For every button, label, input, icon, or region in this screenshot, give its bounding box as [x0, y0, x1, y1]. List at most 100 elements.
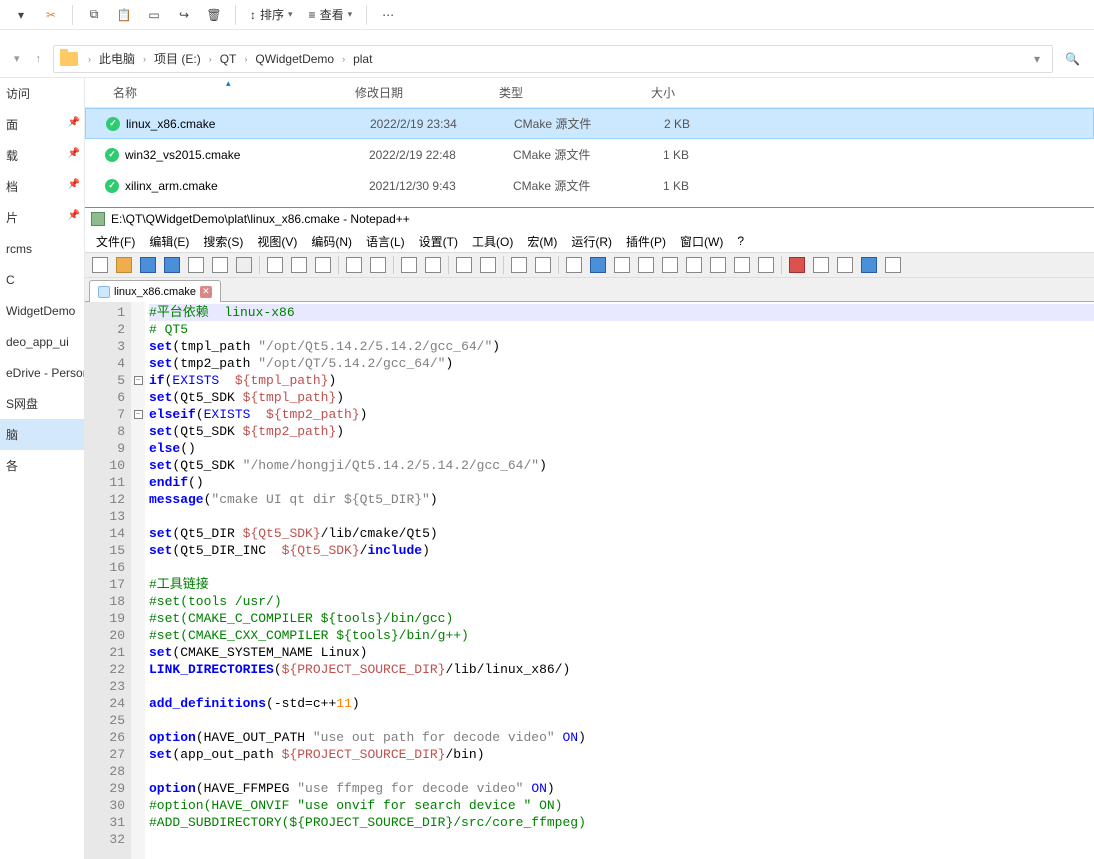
stop-macro-icon[interactable]	[810, 254, 832, 276]
file-type: CMake 源文件	[505, 146, 625, 163]
new-file-icon[interactable]	[89, 254, 111, 276]
menu-item[interactable]: 编辑(E)	[142, 231, 196, 252]
menu-item[interactable]: 视图(V)	[250, 231, 304, 252]
file-row[interactable]: ✓linux_x86.cmake2022/2/19 23:34CMake 源文件…	[85, 108, 1094, 139]
sidebar-item[interactable]: 面📌	[0, 109, 84, 140]
close-icon[interactable]	[185, 254, 207, 276]
code-editor[interactable]: 1234567891011121314151617181920212223242…	[85, 302, 1094, 859]
toolbar-dropdown-icon[interactable]: ▾	[8, 2, 34, 28]
copy-icon[interactable]	[288, 254, 310, 276]
col-size[interactable]: 大小	[611, 84, 683, 101]
cut-icon[interactable]	[264, 254, 286, 276]
breadcrumb-seg[interactable]: plat	[351, 52, 374, 66]
copy-icon[interactable]: ⧉	[81, 2, 107, 28]
close-all-icon[interactable]	[209, 254, 231, 276]
record-macro-icon[interactable]	[786, 254, 808, 276]
code-area[interactable]: #平台依赖 linux-x86# QT5set(tmpl_path "/opt/…	[145, 302, 1094, 859]
rename-icon[interactable]: ▭	[141, 2, 167, 28]
col-type[interactable]: 类型	[491, 84, 611, 101]
func-list-icon[interactable]	[707, 254, 729, 276]
sidebar-item[interactable]: eDrive - Person	[0, 357, 84, 388]
play-macro-icon[interactable]	[834, 254, 856, 276]
fold-toggle-icon[interactable]: −	[134, 376, 143, 385]
zoom-in-icon[interactable]	[453, 254, 475, 276]
replace-icon[interactable]	[422, 254, 444, 276]
sidebar-item[interactable]: S网盘	[0, 388, 84, 419]
sidebar-item-active[interactable]: 脑	[0, 419, 84, 450]
breadcrumb-seg[interactable]: QT	[218, 52, 239, 66]
sync-v-icon[interactable]	[508, 254, 530, 276]
breadcrumb-seg[interactable]: QWidgetDemo	[253, 52, 336, 66]
menu-item[interactable]: 插件(P)	[619, 231, 673, 252]
redo-icon[interactable]	[367, 254, 389, 276]
undo-icon[interactable]	[343, 254, 365, 276]
col-name[interactable]: ▴名称	[105, 84, 347, 101]
monitor-icon[interactable]	[755, 254, 777, 276]
sync-h-icon[interactable]	[532, 254, 554, 276]
back-arrow-icon[interactable]: ▾	[10, 52, 24, 65]
indent-guide-icon[interactable]	[611, 254, 633, 276]
menu-item[interactable]: ?	[730, 232, 751, 250]
play-multi-icon[interactable]	[858, 254, 880, 276]
wrap-icon[interactable]	[563, 254, 585, 276]
menu-item[interactable]: 宏(M)	[520, 231, 564, 252]
sidebar-item[interactable]: 访问	[0, 78, 84, 109]
show-all-icon[interactable]	[587, 254, 609, 276]
udl-icon[interactable]	[635, 254, 657, 276]
sidebar-item[interactable]: 档📌	[0, 171, 84, 202]
breadcrumb-seg[interactable]: 此电脑	[97, 50, 137, 67]
file-row[interactable]: ✓win32_vs2015.cmake2022/2/19 22:48CMake …	[85, 139, 1094, 170]
chevron-down-icon[interactable]: ▾	[1028, 52, 1046, 66]
print-icon[interactable]	[233, 254, 255, 276]
sidebar-item[interactable]: rcms	[0, 233, 84, 264]
menu-item[interactable]: 设置(T)	[412, 231, 465, 252]
paste-icon[interactable]	[312, 254, 334, 276]
doc-list-icon[interactable]	[683, 254, 705, 276]
save-icon[interactable]	[137, 254, 159, 276]
breadcrumb-seg[interactable]: 项目 (E:)	[152, 50, 203, 67]
file-row[interactable]: ✓xilinx_arm.cmake2021/12/30 9:43CMake 源文…	[85, 170, 1094, 201]
notepadpp-titlebar[interactable]: E:\QT\QWidgetDemo\plat\linux_x86.cmake -…	[85, 208, 1094, 230]
chevron-right-icon[interactable]: ›	[205, 54, 216, 64]
more-icon[interactable]: ⋯	[375, 2, 401, 28]
sidebar-item[interactable]: 各	[0, 450, 84, 481]
sidebar-item[interactable]: C	[0, 264, 84, 295]
fold-margin[interactable]: −−	[131, 302, 145, 859]
sort-dropdown[interactable]: ↕排序▾	[244, 2, 299, 28]
menu-item[interactable]: 窗口(W)	[673, 231, 730, 252]
sidebar-item[interactable]: 载📌	[0, 140, 84, 171]
breadcrumb[interactable]: › 此电脑 › 项目 (E:) › QT › QWidgetDemo › pla…	[53, 45, 1053, 73]
share-icon[interactable]: ↪	[171, 2, 197, 28]
view-dropdown[interactable]: ≡查看▾	[303, 2, 359, 28]
col-date[interactable]: 修改日期	[347, 84, 491, 101]
paste-icon[interactable]: 📋	[111, 2, 137, 28]
save-all-icon[interactable]	[161, 254, 183, 276]
menu-item[interactable]: 运行(R)	[564, 231, 619, 252]
sidebar-item[interactable]: deo_app_ui	[0, 326, 84, 357]
chevron-right-icon[interactable]: ›	[84, 54, 95, 64]
chevron-right-icon[interactable]: ›	[240, 54, 251, 64]
search-icon[interactable]: 🔍	[1061, 52, 1084, 66]
menu-item[interactable]: 语言(L)	[359, 231, 412, 252]
open-file-icon[interactable]	[113, 254, 135, 276]
menu-item[interactable]: 搜索(S)	[196, 231, 250, 252]
chevron-right-icon[interactable]: ›	[139, 54, 150, 64]
menu-item[interactable]: 文件(F)	[89, 231, 142, 252]
menu-item[interactable]: 编码(N)	[304, 231, 359, 252]
sidebar-item[interactable]: 片📌	[0, 202, 84, 233]
editor-tab[interactable]: linux_x86.cmake ✕	[89, 280, 221, 302]
delete-icon[interactable]: 🗑	[201, 2, 227, 28]
find-icon[interactable]	[398, 254, 420, 276]
fold-toggle-icon[interactable]: −	[134, 410, 143, 419]
tab-close-icon[interactable]: ✕	[200, 286, 212, 298]
up-arrow-icon[interactable]: ↑	[32, 53, 46, 65]
cut-icon[interactable]: ✂	[38, 2, 64, 28]
sidebar-item[interactable]: WidgetDemo	[0, 295, 84, 326]
folder-workspace-icon[interactable]	[731, 254, 753, 276]
editor-tabs: linux_x86.cmake ✕	[85, 278, 1094, 302]
zoom-out-icon[interactable]	[477, 254, 499, 276]
chevron-right-icon[interactable]: ›	[338, 54, 349, 64]
menu-item[interactable]: 工具(O)	[465, 231, 520, 252]
save-macro-icon[interactable]	[882, 254, 904, 276]
doc-map-icon[interactable]	[659, 254, 681, 276]
